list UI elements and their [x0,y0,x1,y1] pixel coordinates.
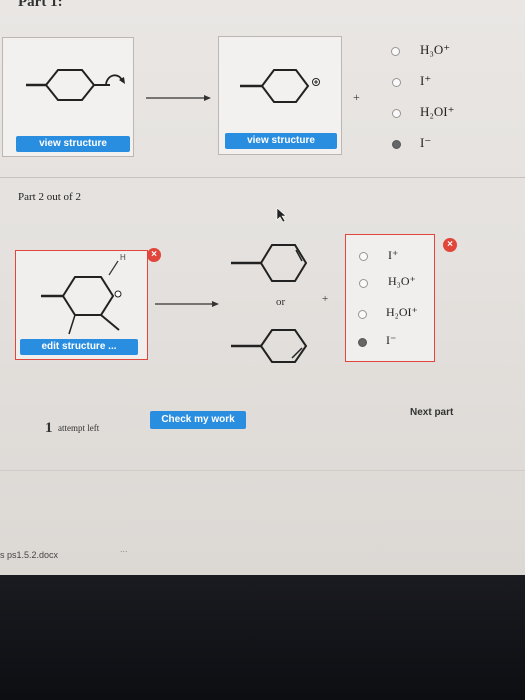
part2-plus-sign: + [322,293,329,305]
part1-option-4-label: I⁻ [420,135,432,150]
cyclohexane-ring [44,69,96,101]
screen: Part 1: view structure view structure + … [0,0,525,575]
part1-radio-2[interactable] [392,78,401,87]
next-part-link[interactable]: Next part [410,407,453,418]
part2-product-structure-bottom [231,329,308,363]
part2-reactant-error-icon[interactable]: × [147,248,161,262]
cursor-shape [276,207,287,223]
part2-option-3-label: H₂OI⁺ [386,305,418,319]
footer-divider [0,470,525,471]
part2-reaction-arrow [155,301,219,307]
part2-radio-2[interactable] [359,279,368,288]
part1-option-2-label: I⁺ [420,73,432,88]
hydrogen-label: H [120,253,126,262]
part2-option-1-label: I⁺ [388,248,399,262]
part2-option-2-label: H₃O⁺ [388,274,416,288]
cation-charge-icon [114,290,122,298]
cyclohexane-ring [61,276,115,316]
part2-options-error-icon[interactable]: × [443,238,457,252]
part2-option-4-label: I⁻ [386,333,397,347]
part1-radio-3[interactable] [392,109,401,118]
extra-bond-2 [68,314,76,335]
part1-radio-4[interactable] [392,140,401,149]
arrow-head [204,95,211,101]
part1-reaction-arrow [146,95,211,101]
h-bond [108,260,119,276]
view-structure-button-right[interactable]: view structure [225,133,337,149]
part2-product-structure-top [231,244,308,282]
part2-radio-4[interactable] [358,338,367,347]
part2-reactant-structure: H [41,253,126,335]
attempts-label: attempt left [58,423,100,433]
part1-reactant-structure [26,69,125,101]
mouse-cursor-icon [276,207,287,223]
part2-title: Part 2 out of 2 [18,191,81,203]
taskbar-file-name[interactable]: s ps1.5.2.docx [0,550,58,560]
part1-plus-sign: + [353,90,360,104]
cyclohexene-ring [259,329,308,363]
or-label: or [276,296,286,308]
part1-option-1-label: H₃O⁺ [420,42,451,57]
taskbar-more-icon[interactable]: ... [120,544,128,554]
cyclohexene-ring [259,244,308,282]
part1-product-structure [240,69,320,103]
attempts-count: 1 [45,420,53,436]
cyclohexane-ring [260,69,310,103]
section-divider [0,177,525,178]
view-structure-button-left[interactable]: view structure [16,136,130,152]
part1-title: Part 1: [18,0,63,10]
laptop-bezel [0,575,525,700]
part1-radio-1[interactable] [391,47,400,56]
edit-structure-button[interactable]: edit structure ... [20,339,138,355]
part2-radio-3[interactable] [358,310,367,319]
arrow-head [212,301,219,307]
extra-bond-1 [100,314,120,331]
part2-radio-1[interactable] [359,252,368,261]
check-my-work-button[interactable]: Check my work [150,411,246,429]
part1-option-3-label: H₂OI⁺ [420,104,455,119]
